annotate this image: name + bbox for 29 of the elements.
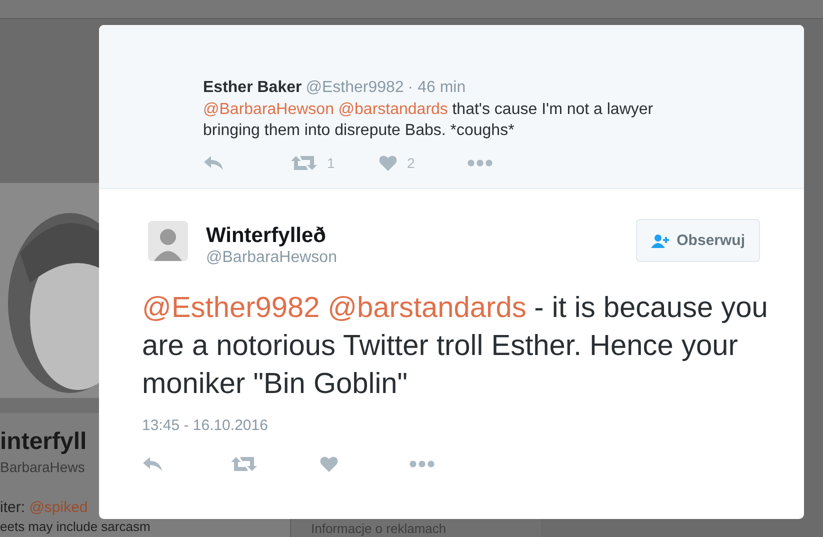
more-icon[interactable] — [467, 159, 493, 167]
mention-link[interactable]: @barstandards — [338, 101, 448, 118]
reply-text: @BarbaraHewson @barstandards that's cause I'm not a lawyer bringing them into disrepute Babs. *coughs* — [203, 100, 654, 141]
author-name[interactable]: Winterfylleð — [206, 223, 636, 249]
reply-icon[interactable] — [142, 456, 164, 472]
action-count: 2 — [407, 155, 415, 171]
tweet-text: @Esther9982 @barstandards - it is because you are a notorious Twitter troll Esther. Hence your moniker "Bin Goblin" — [142, 291, 769, 402]
author-handle[interactable]: @BarbaraHewson — [206, 249, 636, 267]
follow-button[interactable]: Obserwuj — [636, 219, 760, 262]
mention-link[interactable]: @Esther9982 — [142, 292, 320, 324]
action-count: 1 — [327, 155, 335, 171]
heart-icon[interactable] — [320, 456, 338, 472]
author-name[interactable]: Esther Baker — [203, 79, 302, 96]
tweet-timestamp[interactable]: 13:45 - 16.10.2016 — [142, 417, 760, 434]
add-user-icon — [650, 234, 671, 248]
mention-link[interactable]: @BarbaraHewson — [203, 101, 334, 118]
profile-handle: BarbaraHews — [0, 458, 85, 477]
reply-icon[interactable] — [203, 155, 225, 171]
profile-name: interfyll — [0, 427, 87, 457]
tweet-time: · 46 min — [408, 79, 466, 96]
retweet-icon[interactable] — [291, 155, 317, 171]
heart-icon[interactable] — [379, 155, 397, 171]
more-icon[interactable] — [409, 460, 435, 468]
bio-label: iter: — [0, 499, 26, 516]
retweet-icon[interactable] — [231, 456, 257, 472]
mention-link[interactable]: @barstandards — [328, 292, 526, 324]
author-handle[interactable]: @Esther9982 — [306, 79, 404, 96]
bio-text: eets may include sarcasm — [0, 519, 150, 534]
avatar-icon[interactable] — [148, 221, 188, 261]
